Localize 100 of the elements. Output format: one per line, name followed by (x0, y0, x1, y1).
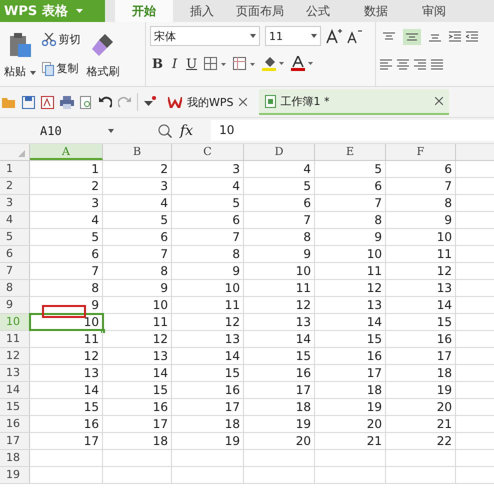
table-cell: 9 (172, 263, 244, 279)
table-cell: 22 (386, 433, 456, 449)
table-cell: 7 (103, 246, 172, 262)
table-cell: 8 (172, 246, 244, 262)
font-shrink-icon[interactable] (347, 28, 363, 44)
row-header[interactable]: 16 (0, 416, 30, 432)
row-header[interactable]: 6 (0, 246, 30, 262)
borders-icon[interactable] (204, 57, 228, 71)
table-cell: 9 (386, 212, 456, 228)
table-cell: 15 (386, 314, 456, 330)
ribbon-tab[interactable]: 开始 (115, 0, 173, 22)
format-painter-button[interactable]: 格式刷 (86, 64, 120, 79)
row-header[interactable]: 4 (0, 212, 30, 228)
table-cell: 12 (315, 280, 386, 296)
align-left-icon[interactable] (380, 59, 392, 71)
bold-button[interactable]: B (150, 56, 165, 72)
align-center-icon[interactable] (397, 59, 409, 71)
caret-icon (108, 128, 114, 132)
outdent-icon[interactable] (466, 31, 478, 43)
save-icon[interactable] (22, 96, 35, 108)
row-header[interactable]: 19 (0, 467, 30, 483)
caret-icon (250, 34, 256, 38)
column-header[interactable]: C (172, 144, 244, 160)
spreadsheet-icon (264, 94, 276, 108)
preview-icon[interactable] (80, 96, 93, 108)
row-header[interactable]: 11 (0, 331, 30, 347)
table-cell: 11 (244, 280, 315, 296)
row-header[interactable]: 8 (0, 280, 30, 296)
close-icon[interactable] (238, 98, 246, 106)
table-cell: 5 (103, 212, 172, 228)
function-label[interactable]: fx (180, 122, 194, 138)
column-header[interactable]: F (386, 144, 456, 160)
paste-button[interactable]: 粘贴 (4, 64, 36, 79)
table-cell: 15 (172, 365, 244, 381)
close-icon[interactable] (434, 97, 442, 105)
pdf-icon[interactable] (41, 96, 54, 108)
cell-style-icon[interactable] (233, 57, 258, 71)
ribbon-tab[interactable]: 审阅 (405, 0, 463, 22)
row-header[interactable]: 13 (0, 365, 30, 381)
clipboard-icon[interactable] (8, 32, 32, 58)
justify-icon[interactable] (431, 59, 443, 71)
column-header[interactable]: A (30, 144, 103, 160)
table-cell: 10 (103, 297, 172, 313)
column-header[interactable]: B (103, 144, 172, 160)
table-cell: 15 (30, 399, 103, 415)
underline-button[interactable]: U (184, 56, 200, 72)
row-header[interactable]: 14 (0, 382, 30, 398)
ribbon-tab[interactable]: 页面布局 (231, 0, 289, 22)
table-cell: 17 (30, 433, 103, 449)
italic-button[interactable]: I (170, 56, 180, 72)
table-cell: 14 (30, 382, 103, 398)
undo-icon[interactable] (99, 96, 112, 108)
zoom-icon[interactable] (158, 124, 172, 138)
document-tab[interactable]: 工作簿1 * (258, 89, 448, 115)
customize-icon[interactable] (144, 96, 156, 108)
column-header[interactable]: E (315, 144, 386, 160)
ribbon-tab[interactable]: 公式 (289, 0, 347, 22)
align-button[interactable] (403, 29, 421, 45)
table-cell: 5 (172, 195, 244, 211)
brush-icon[interactable] (91, 32, 115, 58)
row-header[interactable]: 7 (0, 263, 30, 279)
table-cell: 13 (172, 331, 244, 347)
table-cell: 13 (103, 348, 172, 364)
cut-button[interactable]: 剪切 (42, 32, 80, 47)
row-header[interactable]: 5 (0, 229, 30, 245)
table-cell: 8 (315, 212, 386, 228)
table-cell: 20 (244, 433, 315, 449)
table-cell: 7 (172, 229, 244, 245)
document-tab[interactable]: 我的WPS (162, 89, 252, 115)
align-right-icon[interactable] (414, 59, 426, 71)
row-header[interactable]: 1 (0, 161, 30, 177)
ribbon-tab[interactable]: 插入 (173, 0, 231, 22)
name-box[interactable]: A10 (0, 120, 120, 140)
table-cell: 8 (244, 229, 315, 245)
fill-color-icon[interactable] (262, 56, 286, 72)
column-header[interactable]: D (244, 144, 315, 160)
caret-icon (311, 34, 317, 38)
font-name-field[interactable]: 宋体 (150, 26, 260, 46)
table-cell: 16 (172, 382, 244, 398)
ribbon-tab[interactable]: 数据 (347, 0, 405, 22)
font-color-icon[interactable] (291, 56, 316, 72)
copy-button[interactable]: 复制 (42, 61, 80, 76)
row-header[interactable]: 17 (0, 433, 30, 449)
font-size-field[interactable]: 11 (265, 26, 321, 46)
table-cell: 18 (315, 382, 386, 398)
indent-icon[interactable] (449, 31, 461, 43)
table-cell: 16 (386, 331, 456, 347)
table-cell: 19 (172, 433, 244, 449)
row-header[interactable]: 9 (0, 297, 30, 313)
row-header[interactable]: 15 (0, 399, 30, 415)
row-header[interactable]: 3 (0, 195, 30, 211)
row-header[interactable]: 2 (0, 178, 30, 194)
row-header[interactable]: 18 (0, 450, 30, 466)
wps-logo-icon (168, 96, 182, 108)
table-cell: 9 (103, 280, 172, 296)
table-cell: 11 (30, 331, 103, 347)
print-icon[interactable] (60, 96, 74, 108)
row-header[interactable]: 12 (0, 348, 30, 364)
formula-field[interactable]: 10 (211, 120, 494, 141)
font-grow-icon[interactable] (326, 28, 342, 44)
